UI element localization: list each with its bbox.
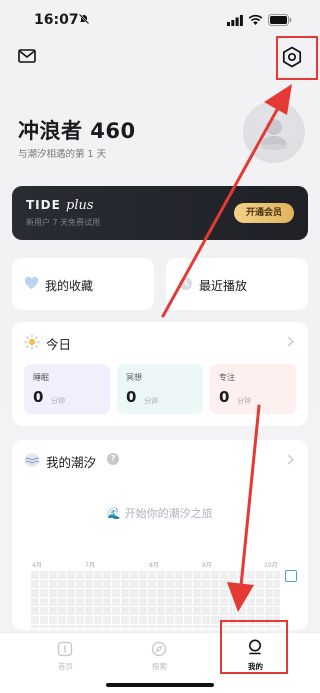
mail-icon[interactable] (17, 47, 37, 65)
home-indicator (106, 683, 214, 687)
month-label: 7月 (85, 562, 95, 569)
signal-icon (227, 15, 243, 26)
start-journey-text: 🌊 开始你的潮汐之旅 (107, 507, 213, 520)
profile-tab-highlight-box (220, 620, 288, 674)
stat-meditation[interactable]: 冥想 0 分钟 (117, 364, 203, 414)
tide-plus-logo: TIDE plus (26, 198, 94, 213)
recent-played-label: 最近播放 (199, 279, 248, 293)
username: 冲浪者 460 (18, 119, 136, 143)
help-icon[interactable]: ? (107, 453, 119, 465)
month-label: 8月 (149, 562, 159, 569)
my-tide-card[interactable]: 我的潮汐 ? 🌊 开始你的潮汐之旅 4月 7月 8月 9月 10月 (12, 440, 308, 630)
membership-subtitle: 新用户 7 天免费试用 (26, 218, 101, 227)
bell-off-icon (78, 13, 90, 25)
settings-highlight-box (276, 36, 318, 80)
month-label: 10月 (264, 562, 278, 569)
stat-focus[interactable]: 专注 0 分钟 (210, 364, 296, 414)
tab-explore[interactable]: 探索 (106, 633, 213, 683)
stat-label: 睡眠 (33, 373, 49, 382)
days-count-text: 与潮汐相遇的第 1 天 (18, 149, 107, 160)
status-time: 16:07 (34, 12, 79, 28)
home-icon (57, 641, 73, 657)
sun-icon (24, 334, 40, 350)
favorites-label: 我的收藏 (45, 279, 94, 293)
my-tide-title: 我的潮汐 (46, 455, 97, 470)
stat-value: 0 (33, 388, 44, 406)
tab-home[interactable]: 首页 (12, 633, 119, 683)
recent-played-card[interactable]: 最近播放 (166, 258, 308, 310)
stat-label: 冥想 (126, 373, 142, 382)
stat-label: 专注 (219, 373, 235, 382)
avatar-placeholder-icon (261, 119, 287, 150)
today-card[interactable]: 今日 睡眠 0 分钟 冥想 0 分钟 专注 0 分钟 (12, 322, 308, 426)
chevron-right-icon[interactable] (287, 336, 294, 347)
heart-icon (24, 276, 39, 290)
today-title: 今日 (46, 337, 72, 352)
stat-unit: 分钟 (51, 397, 65, 405)
stat-value: 0 (126, 388, 137, 406)
month-label: 4月 (32, 562, 42, 569)
clock-icon (178, 276, 193, 291)
tab-label: 探索 (152, 662, 167, 671)
avatar[interactable] (243, 101, 305, 163)
open-membership-button[interactable]: 开通会员 (234, 203, 294, 223)
tab-label: 首页 (58, 662, 73, 671)
stat-value: 0 (219, 388, 230, 406)
stat-sleep[interactable]: 睡眠 0 分钟 (24, 364, 110, 414)
membership-banner[interactable]: TIDE plus 新用户 7 天免费试用 开通会员 (12, 186, 308, 240)
battery-icon (268, 14, 292, 26)
stat-unit: 分钟 (237, 397, 251, 405)
compass-icon (151, 641, 167, 657)
wifi-icon (248, 14, 263, 25)
stat-unit: 分钟 (144, 397, 158, 405)
month-label: 9月 (202, 562, 212, 569)
tide-wave-icon (25, 453, 40, 467)
today-heatmap-cell (285, 570, 297, 582)
chevron-right-icon[interactable] (287, 454, 294, 465)
status-bar: 16:07 (0, 0, 320, 40)
favorites-card[interactable]: 我的收藏 (12, 258, 154, 310)
